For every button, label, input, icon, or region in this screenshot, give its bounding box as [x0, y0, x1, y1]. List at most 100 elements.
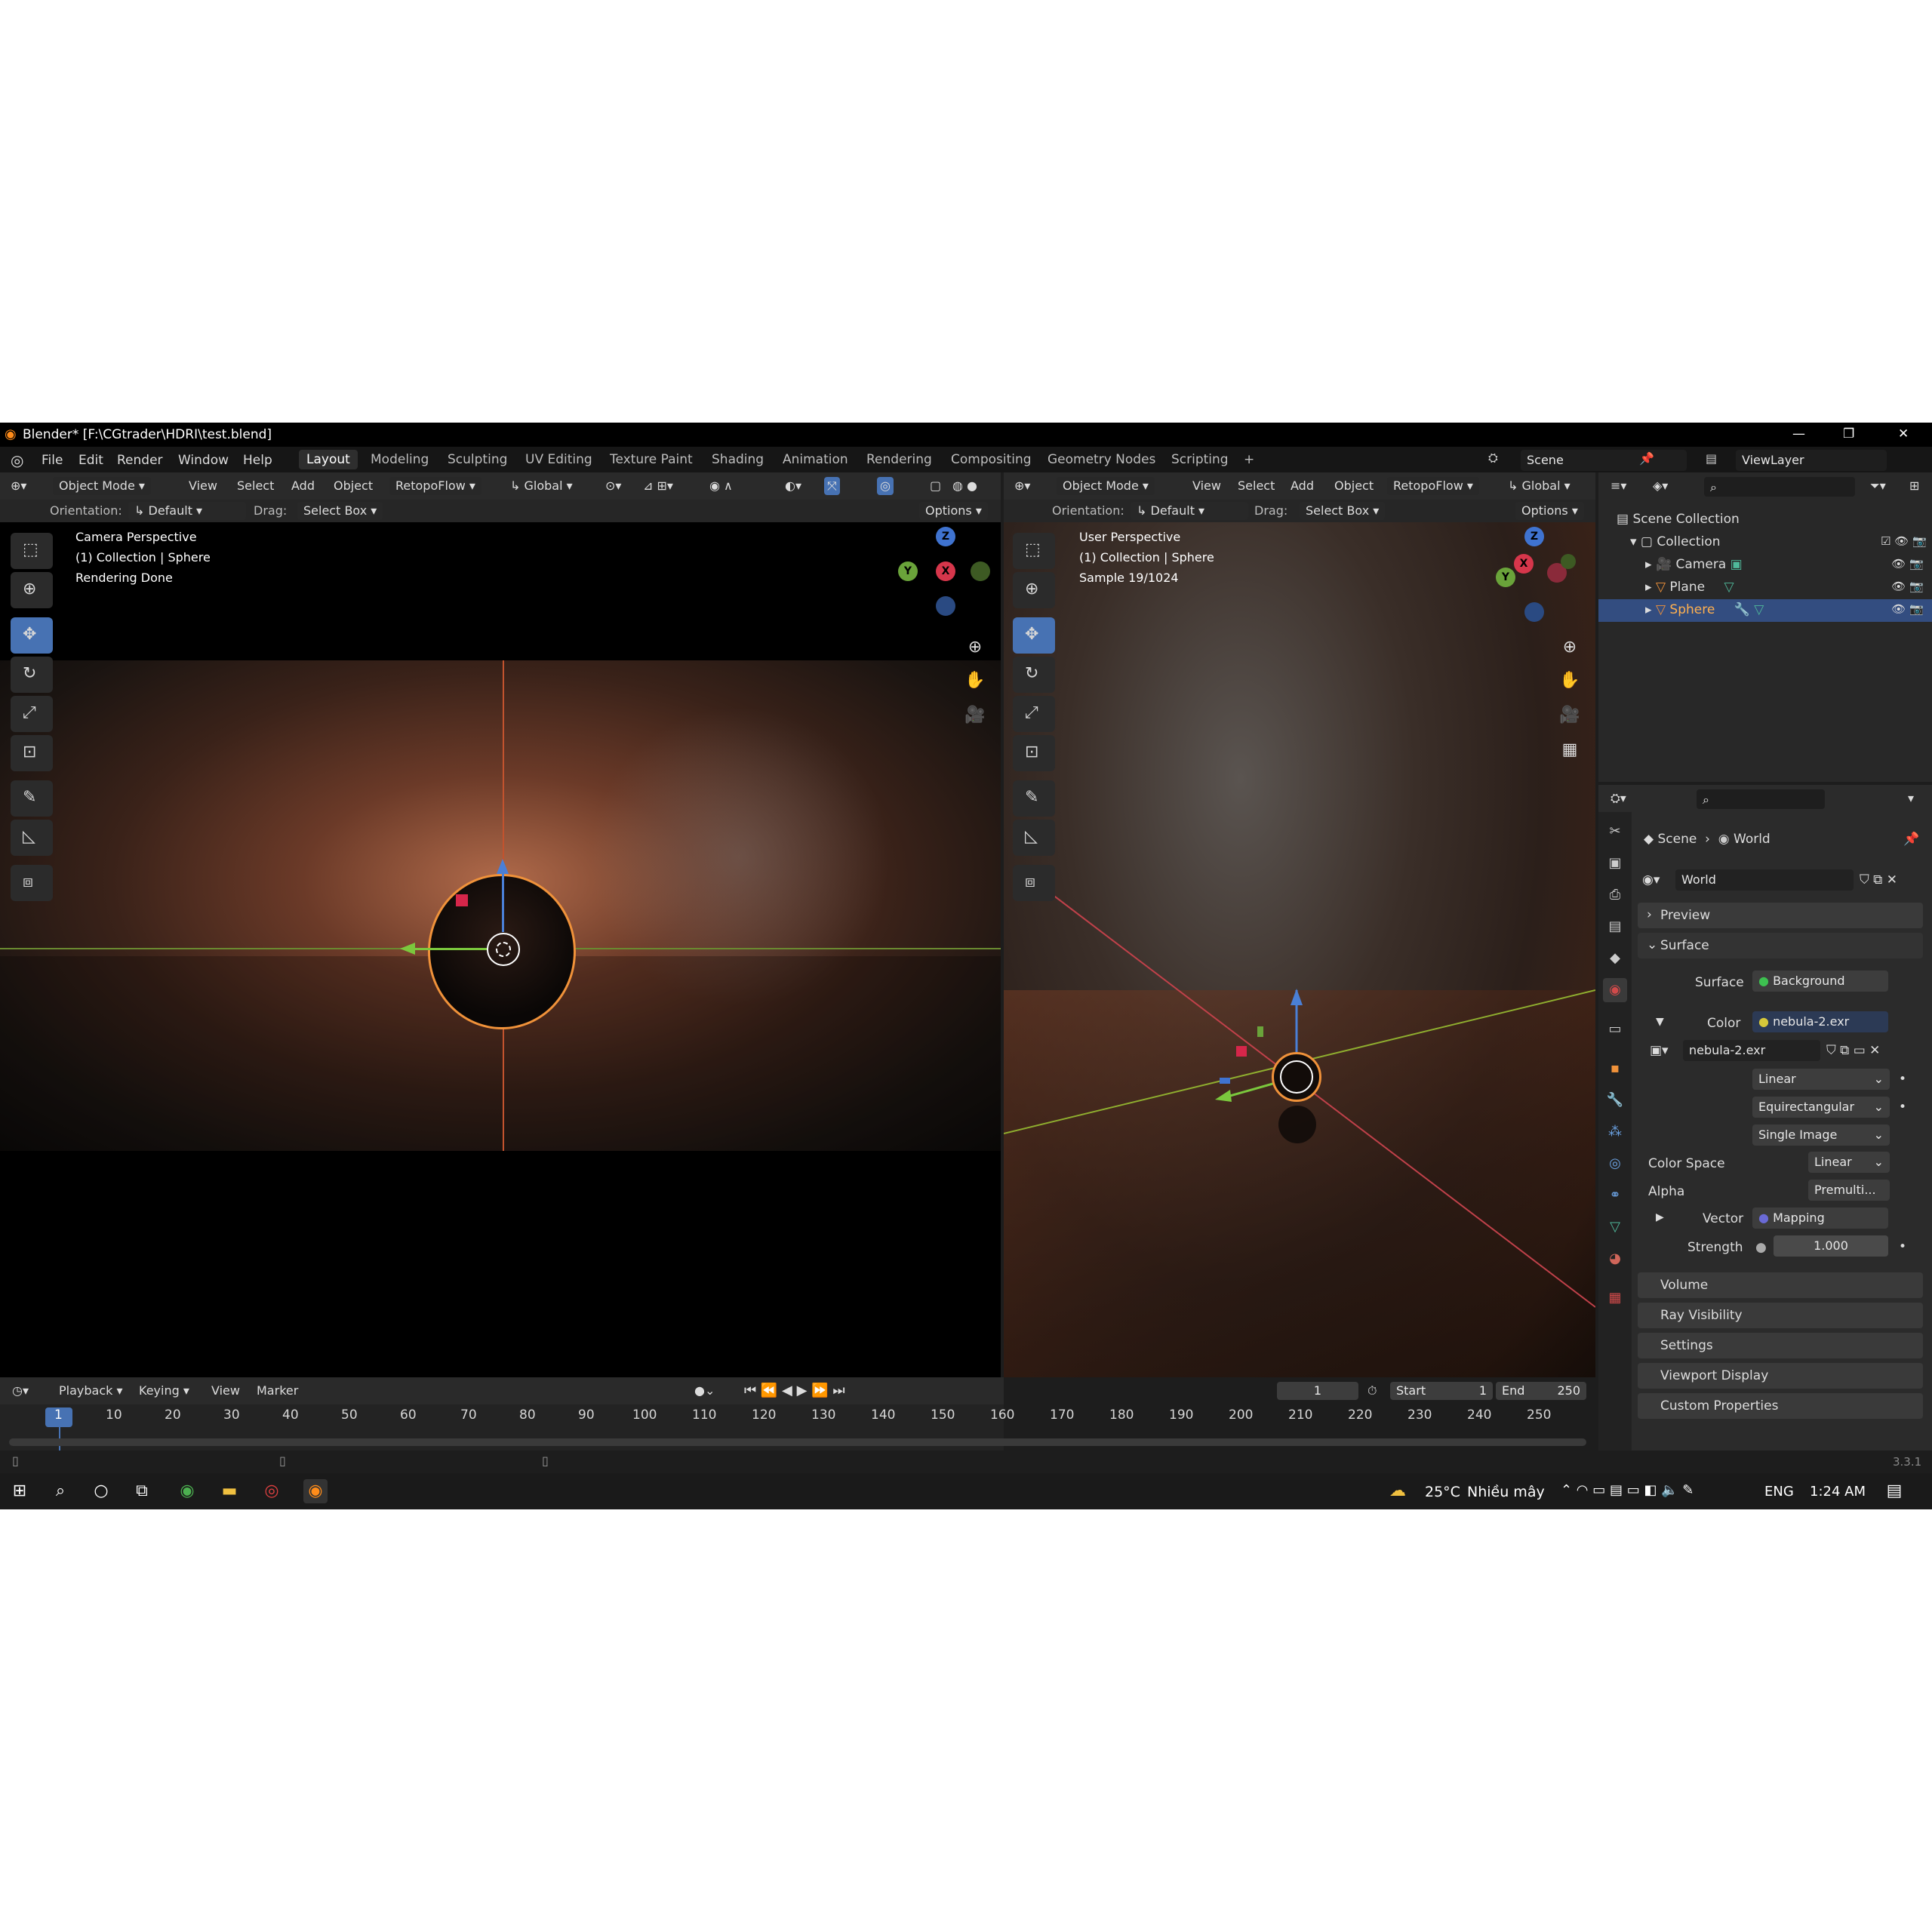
image-name-field[interactable]: nebula-2.exr	[1683, 1040, 1820, 1061]
cursor-tool-icon[interactable]: ⊕	[11, 572, 53, 608]
transform-tool-icon[interactable]: ⊡	[11, 735, 53, 771]
outliner-item-sphere[interactable]: ▸ ▽ Sphere 🔧 ▽	[1645, 602, 1764, 617]
right-gizmo-neg-y-icon[interactable]	[1561, 554, 1576, 569]
texture-tab-icon[interactable]: ▦	[1603, 1286, 1627, 1310]
viewlayer-icon[interactable]: ▤	[1706, 451, 1717, 466]
strength-slider[interactable]: 1.000	[1774, 1235, 1888, 1257]
right-transform-tool-icon[interactable]: ⊡	[1013, 735, 1055, 771]
cortana-icon[interactable]: ○	[89, 1479, 113, 1503]
scene-field[interactable]: Scene	[1521, 450, 1687, 471]
left-visibility-icon[interactable]: ◐▾	[785, 477, 801, 495]
world-name-field[interactable]: World	[1675, 869, 1854, 891]
right-add-cube-tool-icon[interactable]: ⧈	[1013, 865, 1055, 901]
left-gizmo-toggle-icon[interactable]: ⤧	[824, 477, 840, 495]
filter-icon[interactable]: ⏷▾	[1870, 477, 1886, 495]
panel-custom-properties[interactable]: Custom Properties	[1638, 1393, 1923, 1419]
left-shading-modes-icon[interactable]: ◍ ●	[952, 477, 977, 495]
collection-tab-icon[interactable]: ▭	[1603, 1017, 1627, 1041]
right-measure-tool-icon[interactable]: ◺	[1013, 820, 1055, 856]
timeline-scrollbar[interactable]	[9, 1438, 1586, 1446]
right-drag-dropdown[interactable]: Select Box ▾	[1300, 502, 1386, 520]
timeline-editor-icon[interactable]: ◷▾	[12, 1382, 29, 1400]
right-gizmo-neg-z-icon[interactable]	[1524, 602, 1544, 622]
particles-tab-icon[interactable]: ⁂	[1603, 1120, 1627, 1144]
tab-compositing[interactable]: Compositing	[943, 450, 1039, 469]
scene-selector-icon[interactable]: ⛭	[1488, 451, 1509, 469]
right-nav-gizmo[interactable]: Z Y X	[1496, 527, 1586, 632]
panel-volume[interactable]: Volume	[1638, 1272, 1923, 1298]
measure-tool-icon[interactable]: ◺	[11, 820, 53, 856]
taskbar-app-icon[interactable]: ◉	[175, 1479, 199, 1503]
close-button[interactable]: ✕	[1898, 426, 1909, 441]
constraints-tab-icon[interactable]: ⚭	[1603, 1183, 1627, 1208]
render-tab-icon[interactable]: ▣	[1603, 851, 1627, 875]
preview-range-icon[interactable]: ⏱	[1367, 1382, 1377, 1400]
new-collection-icon[interactable]: ⊞	[1909, 477, 1919, 495]
tray-icons[interactable]: ⌃ ◠ ▭ ▤ ▭ ◧ 🔈 ✎	[1561, 1482, 1694, 1498]
y-move-arrow[interactable]	[415, 948, 487, 950]
start-frame-field[interactable]: Start 1	[1390, 1382, 1493, 1400]
autokey-record-icon[interactable]: ●⌄	[694, 1382, 715, 1400]
outliner-item-camera[interactable]: ▸ 🎥 Camera ▣	[1645, 557, 1743, 572]
gizmo-neg-y-icon[interactable]	[971, 561, 990, 581]
annotate-tool-icon[interactable]: ✎	[11, 780, 53, 817]
world-browse-icon[interactable]: ◉▾	[1642, 872, 1660, 888]
left-mode-dropdown[interactable]: Object Mode ▾	[53, 477, 151, 495]
right-mode-dropdown[interactable]: Object Mode ▾	[1057, 477, 1155, 495]
right-gizmo-x-axis[interactable]: X	[1514, 554, 1534, 574]
scene-tab-icon[interactable]: ◆	[1603, 946, 1627, 971]
left-menu-object[interactable]: Object	[334, 477, 373, 495]
right-gizmo-y-axis[interactable]: Y	[1496, 568, 1515, 587]
blender-menu-icon[interactable]: ◎	[11, 451, 23, 469]
right-orientation-dropdown[interactable]: ↳ Default ▾	[1131, 502, 1248, 520]
panel-preview[interactable]: Preview	[1638, 903, 1923, 928]
right-plane-handle-z[interactable]	[1220, 1078, 1230, 1084]
object-tab-icon[interactable]: ▪	[1603, 1057, 1627, 1081]
gizmo-y-axis[interactable]: Y	[898, 561, 918, 581]
physics-tab-icon[interactable]: ◎	[1603, 1152, 1627, 1176]
editor-type-icon-2[interactable]: ⊕▾	[1014, 477, 1030, 495]
panel-ray-visibility[interactable]: Ray Visibility	[1638, 1303, 1923, 1328]
panel-settings[interactable]: Settings	[1638, 1333, 1923, 1358]
left-xray-icon[interactable]: ▢	[930, 477, 941, 495]
left-proportional-icon[interactable]: ◉ ∧	[709, 477, 733, 495]
color-expand-icon[interactable]: ▼	[1656, 1016, 1664, 1028]
tab-sculpting[interactable]: Sculpting	[440, 450, 515, 469]
left-nav-gizmo[interactable]: Z Y X	[891, 527, 996, 632]
tab-geometry-nodes[interactable]: Geometry Nodes	[1040, 450, 1163, 469]
zoom-icon[interactable]: ⊕	[963, 635, 987, 660]
right-annotate-tool-icon[interactable]: ✎	[1013, 780, 1055, 817]
notification-icon[interactable]: ▤	[1882, 1479, 1906, 1503]
right-pan-hand-icon[interactable]: ✋	[1558, 669, 1582, 693]
interpolation-dropdown[interactable]: Linear ⌄	[1752, 1069, 1890, 1090]
tab-layout[interactable]: Layout	[299, 450, 358, 469]
projection-dropdown[interactable]: Equirectangular ⌄	[1752, 1097, 1890, 1118]
menu-file[interactable]: File	[42, 453, 63, 468]
right-gizmo-z-axis[interactable]: Z	[1524, 527, 1544, 546]
tab-modeling[interactable]: Modeling	[363, 450, 436, 469]
left-overlay-toggle-icon[interactable]: ◎	[877, 477, 894, 495]
left-retopoflow-dropdown[interactable]: RetopoFlow ▾	[389, 477, 481, 495]
language-indicator[interactable]: ENG	[1764, 1484, 1794, 1500]
add-cube-tool-icon[interactable]: ⧈	[11, 865, 53, 901]
left-snap-icon[interactable]: ⊿ ⊞▾	[643, 477, 673, 495]
left-menu-view[interactable]: View	[189, 477, 217, 495]
blender-taskbar-icon[interactable]: ◉	[303, 1479, 328, 1503]
chrome-icon[interactable]: ◎	[260, 1479, 284, 1503]
editor-type-icon[interactable]: ⊕▾	[11, 477, 26, 495]
left-orientation-dropdown[interactable]: ↳ Default ▾	[128, 502, 246, 520]
right-scale-tool-icon[interactable]: ⤢	[1013, 696, 1055, 732]
camera-view-icon[interactable]: 🎥	[963, 703, 987, 728]
source-dropdown[interactable]: Single Image ⌄	[1752, 1124, 1890, 1146]
plane-handle[interactable]	[456, 894, 468, 906]
right-grid-view-icon[interactable]: ▦	[1558, 738, 1582, 762]
clock[interactable]: 1:24 AM	[1810, 1484, 1866, 1500]
timeline-menu-playback[interactable]: Playback ▾	[59, 1382, 123, 1400]
output-tab-icon[interactable]: ⎙	[1603, 883, 1627, 907]
gizmo-neg-z-icon[interactable]	[936, 596, 955, 616]
tab-uv-editing[interactable]: UV Editing	[518, 450, 600, 469]
windows-start-icon[interactable]: ⊞	[8, 1479, 32, 1503]
scale-tool-icon[interactable]: ⤢	[11, 696, 53, 732]
right-cursor-tool-icon[interactable]: ⊕	[1013, 572, 1055, 608]
tab-animation[interactable]: Animation	[775, 450, 856, 469]
